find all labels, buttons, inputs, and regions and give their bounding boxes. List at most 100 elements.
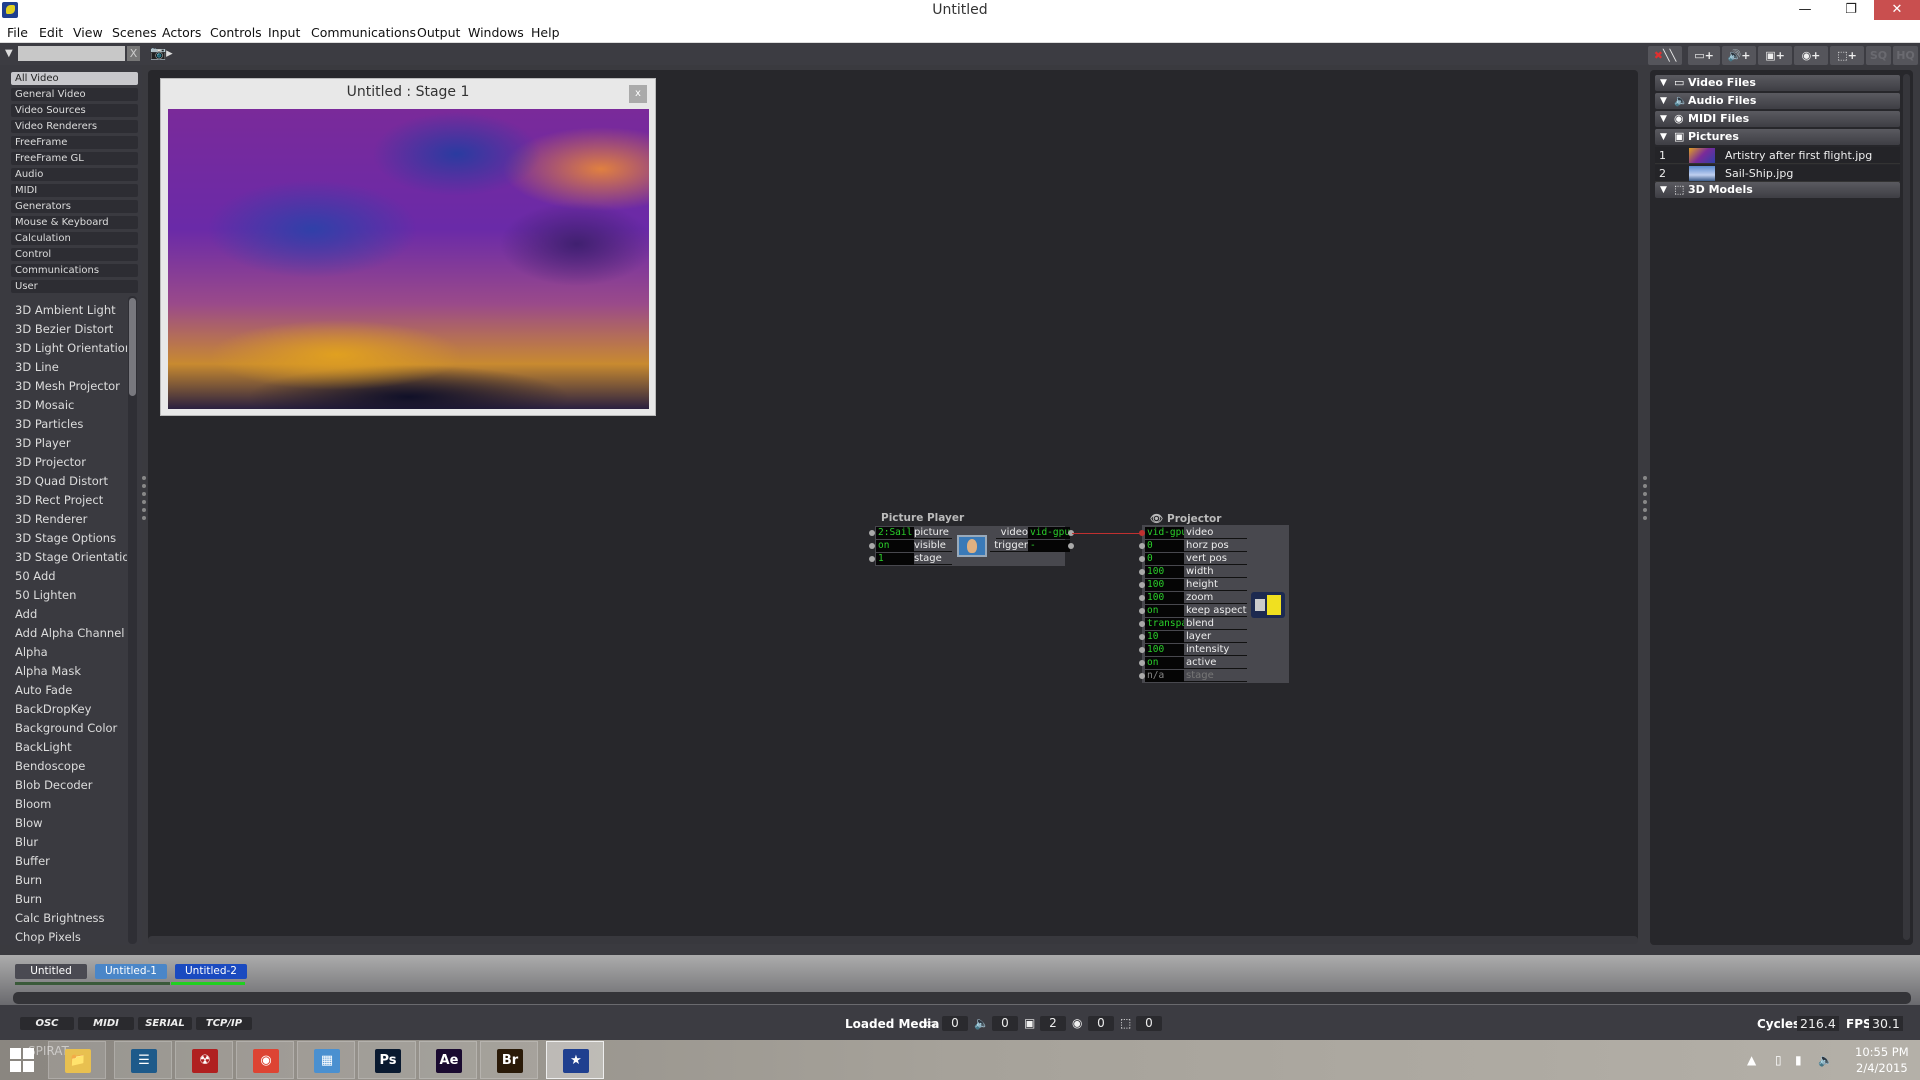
- actor-list-item[interactable]: 3D Mosaic: [15, 398, 127, 412]
- add-picture-button[interactable]: ▣+: [1758, 46, 1792, 65]
- taskbar-app-after-effects[interactable]: Ae: [419, 1041, 477, 1079]
- menu-view[interactable]: View: [73, 25, 103, 40]
- midi-button[interactable]: MIDI: [78, 1017, 134, 1030]
- actor-list-item[interactable]: 3D Player: [15, 436, 127, 450]
- clock[interactable]: 10:55 PM 2/4/2015: [1855, 1044, 1909, 1076]
- maximize-button[interactable]: ❐: [1828, 0, 1874, 20]
- canvas-horizontal-scrollbar[interactable]: [148, 936, 1638, 944]
- expand-triangle-icon[interactable]: ▼: [1660, 129, 1667, 145]
- scene-tab-untitled-2[interactable]: Untitled-2: [175, 964, 247, 979]
- tcpip-button[interactable]: TCP/IP: [196, 1017, 252, 1030]
- media-section-midi-files[interactable]: ▼ ◉ MIDI Files: [1655, 111, 1900, 127]
- remove-unused-media-button[interactable]: ✖╲╲: [1648, 46, 1682, 65]
- show-hidden-icons[interactable]: ▲: [1747, 1053, 1756, 1067]
- search-clear-button[interactable]: X: [127, 46, 140, 61]
- actor-list-item[interactable]: Add Alpha Channel: [15, 626, 127, 640]
- pp-output-port-trigger[interactable]: [1068, 543, 1074, 549]
- scene-scrollbar[interactable]: [13, 992, 1911, 1004]
- pp-input-value[interactable]: on: [876, 540, 914, 552]
- actor-list-item[interactable]: Alpha Mask: [15, 664, 127, 678]
- category-item[interactable]: Communications: [11, 264, 138, 277]
- menu-help[interactable]: Help: [531, 25, 560, 40]
- category-item[interactable]: Calculation: [11, 232, 138, 245]
- actor-list-item[interactable]: BackDropKey: [15, 702, 127, 716]
- projector-input-value[interactable]: 100: [1145, 592, 1184, 604]
- hq-button[interactable]: HQ: [1893, 46, 1918, 65]
- taskbar-app-chrome[interactable]: ◉: [236, 1041, 294, 1079]
- category-item[interactable]: Video Renderers: [11, 120, 138, 133]
- pp-input-value[interactable]: 1: [876, 553, 914, 565]
- pp-input-port[interactable]: [869, 530, 875, 536]
- media-section-video-files[interactable]: ▼ ▭ Video Files: [1655, 75, 1900, 91]
- minimize-button[interactable]: —: [1782, 0, 1828, 20]
- actor-list-item[interactable]: Alpha: [15, 645, 127, 659]
- taskbar-app-photoshop[interactable]: Ps: [358, 1041, 416, 1079]
- category-item[interactable]: User: [11, 280, 138, 293]
- category-item[interactable]: FreeFrame: [11, 136, 138, 149]
- expand-triangle-icon[interactable]: ▼: [1660, 93, 1667, 109]
- actor-list-item[interactable]: Auto Fade: [15, 683, 127, 697]
- collapse-icon[interactable]: ▼: [5, 48, 13, 59]
- menu-input[interactable]: Input: [268, 25, 300, 40]
- media-panel-scrollbar[interactable]: [1903, 74, 1910, 940]
- expand-triangle-icon[interactable]: ▼: [1660, 111, 1667, 127]
- category-item[interactable]: General Video: [11, 88, 138, 101]
- actor-list-item[interactable]: Blur: [15, 835, 127, 849]
- actor-list-item[interactable]: Blow: [15, 816, 127, 830]
- volume-muted-icon[interactable]: 🔈: [1818, 1053, 1833, 1067]
- taskbar-app-control-app[interactable]: ☰: [114, 1041, 172, 1079]
- pp-output-value[interactable]: vid-gpu: [1028, 527, 1070, 539]
- menu-file[interactable]: File: [7, 25, 28, 40]
- expand-triangle-icon[interactable]: ▼: [1660, 182, 1667, 198]
- actor-list-item[interactable]: 3D Mesh Projector: [15, 379, 127, 393]
- projector-input-value[interactable]: 10: [1145, 631, 1184, 643]
- actor-list-item[interactable]: 3D Ambient Light: [15, 303, 127, 317]
- menu-output[interactable]: Output: [417, 25, 460, 40]
- projector-input-value[interactable]: on: [1145, 657, 1184, 669]
- network-icon[interactable]: ▮: [1795, 1053, 1802, 1067]
- projector-input-value[interactable]: vid-gpu: [1145, 527, 1184, 539]
- menu-actors[interactable]: Actors: [162, 25, 201, 40]
- category-item[interactable]: FreeFrame GL: [11, 152, 138, 165]
- add-video-button[interactable]: ▭+: [1688, 46, 1720, 65]
- battery-icon[interactable]: ▯: [1775, 1053, 1782, 1067]
- menu-controls[interactable]: Controls: [210, 25, 262, 40]
- stage-window[interactable]: Untitled : Stage 1 x: [160, 78, 656, 416]
- actor-list-item[interactable]: Blob Decoder: [15, 778, 127, 792]
- category-item[interactable]: Video Sources: [11, 104, 138, 117]
- actor-list-item[interactable]: Burn: [15, 892, 127, 906]
- sq-button[interactable]: SQ: [1866, 46, 1891, 65]
- media-section-pictures[interactable]: ▼ ▣ Pictures: [1655, 129, 1900, 145]
- actor-list-item[interactable]: 50 Add: [15, 569, 127, 583]
- add-midi-button[interactable]: ◉+: [1794, 46, 1828, 65]
- media-section-3d-models[interactable]: ▼ ⬚ 3D Models: [1655, 182, 1900, 198]
- actor-list-item[interactable]: 50 Lighten: [15, 588, 127, 602]
- actor-list-item[interactable]: Calc Brightness: [15, 911, 127, 925]
- projector-input-value[interactable]: 0: [1145, 540, 1184, 552]
- actor-list-item[interactable]: Bendoscope: [15, 759, 127, 773]
- menu-scenes[interactable]: Scenes: [112, 25, 157, 40]
- actor-list-item[interactable]: Chop Pixels: [15, 930, 127, 944]
- scene-tab-untitled[interactable]: Untitled: [15, 964, 87, 979]
- actor-list-item[interactable]: 3D Stage Orientation: [15, 550, 127, 564]
- category-item[interactable]: Mouse & Keyboard: [11, 216, 138, 229]
- category-item[interactable]: All Video: [11, 72, 138, 85]
- category-item[interactable]: Generators: [11, 200, 138, 213]
- actor-list-item[interactable]: Burn: [15, 873, 127, 887]
- actor-list-item[interactable]: 3D Rect Project: [15, 493, 127, 507]
- eye-icon[interactable]: 👁: [1150, 513, 1167, 525]
- actor-list-item[interactable]: 3D Quad Distort: [15, 474, 127, 488]
- taskbar-app-file-explorer[interactable]: 📁: [48, 1041, 106, 1079]
- projector-input-value[interactable]: 0: [1145, 553, 1184, 565]
- stage-close-button[interactable]: x: [629, 85, 647, 103]
- actor-search-input[interactable]: [18, 46, 125, 61]
- actor-list-item[interactable]: 3D Bezier Distort: [15, 322, 127, 336]
- pp-input-value[interactable]: 2:Sail-Ship: [876, 527, 914, 539]
- taskbar-app-bridge[interactable]: Br: [480, 1041, 538, 1079]
- actor-list-item[interactable]: Background Color: [15, 721, 127, 735]
- actor-list-item[interactable]: 3D Renderer: [15, 512, 127, 526]
- taskbar-app-control-panel[interactable]: ▦: [297, 1041, 355, 1079]
- camera-icon[interactable]: 📷▸: [150, 46, 173, 61]
- expand-triangle-icon[interactable]: ▼: [1660, 75, 1667, 91]
- serial-button[interactable]: SERIAL: [138, 1017, 192, 1030]
